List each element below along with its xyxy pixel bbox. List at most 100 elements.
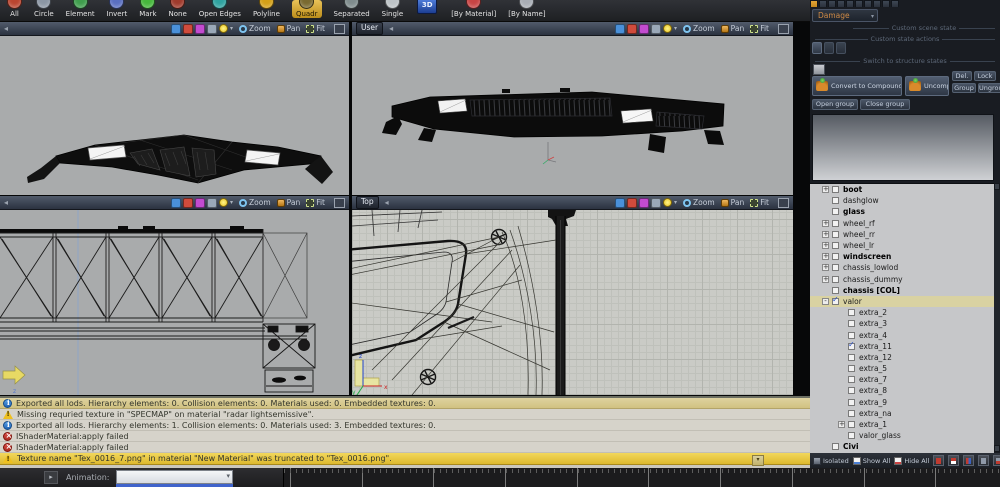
toolbar-button[interactable]: Element — [66, 0, 95, 18]
fit-button[interactable]: Fit — [306, 24, 325, 33]
lod-tab[interactable] — [819, 0, 827, 7]
tree-item[interactable]: wheel_lr — [810, 240, 994, 251]
tree-item[interactable]: extra_2 — [810, 307, 994, 318]
tree-item[interactable]: valor_glass — [810, 430, 994, 441]
chevron-down-icon[interactable]: ▾ — [674, 25, 677, 32]
hide-all-button[interactable]: Hide All — [894, 457, 929, 465]
tree-expander-icon[interactable] — [822, 276, 829, 283]
toolbar-button[interactable]: Single — [382, 0, 404, 18]
tree-item[interactable]: extra_8 — [810, 385, 994, 396]
tree-checkbox[interactable] — [832, 208, 839, 215]
viewport-name-tab[interactable]: Top — [356, 196, 379, 209]
filter-gray-red-icon[interactable] — [993, 455, 1000, 466]
tree-checkbox[interactable] — [832, 298, 839, 305]
zoom-button[interactable]: Zoom — [683, 24, 715, 33]
animation-dropdown[interactable] — [116, 470, 233, 484]
pencil-pink-icon[interactable] — [195, 24, 205, 34]
state-button[interactable] — [836, 42, 846, 54]
viewport-canvas-wireframe-side[interactable]: z — [0, 210, 349, 395]
scroll-up-icon[interactable] — [994, 183, 1000, 190]
tree-checkbox[interactable] — [848, 387, 855, 394]
tree-checkbox[interactable] — [848, 365, 855, 372]
uncompound-button[interactable]: Uncomp — [905, 76, 949, 96]
pencil-red-icon[interactable] — [627, 24, 637, 34]
lightbulb-icon[interactable] — [219, 24, 228, 33]
grid-toggle-icon[interactable] — [651, 198, 661, 208]
close-group-button[interactable]: Close group — [860, 99, 910, 110]
tree-item[interactable]: extra_9 — [810, 397, 994, 408]
tree-item[interactable]: dashglow — [810, 195, 994, 206]
tree-item[interactable]: Civi — [810, 441, 994, 452]
tree-checkbox[interactable] — [848, 432, 855, 439]
convert-to-compound-button[interactable]: Convert to Compound — [812, 76, 902, 96]
pencil-blue-icon[interactable] — [171, 24, 181, 34]
tree-expander-icon[interactable] — [822, 242, 829, 249]
maximize-viewport-icon[interactable] — [778, 24, 789, 34]
log-message[interactable]: Missing requried texture in "SPECMAP" on… — [0, 409, 810, 420]
lod-tab[interactable] — [855, 0, 863, 7]
pencil-pink-icon[interactable] — [639, 198, 649, 208]
maximize-viewport-icon[interactable] — [778, 198, 789, 208]
scroll-left-icon[interactable]: ◂ — [4, 198, 8, 207]
filter-red-white-icon[interactable] — [948, 455, 959, 466]
pan-button[interactable]: Pan — [721, 24, 745, 33]
lod-tab[interactable] — [873, 0, 881, 7]
tree-expander-icon[interactable] — [822, 220, 829, 227]
pan-button[interactable]: Pan — [277, 198, 301, 207]
lod-tab[interactable] — [837, 0, 845, 7]
tree-checkbox[interactable] — [832, 231, 839, 238]
toolbar-button[interactable]: [By Name] — [508, 0, 545, 18]
fit-button[interactable]: Fit — [306, 198, 325, 207]
lod-tab[interactable] — [882, 0, 890, 7]
viewport-canvas-3d-user[interactable] — [352, 36, 793, 195]
open-group-button[interactable]: Open group — [812, 99, 858, 110]
tree-checkbox[interactable] — [832, 264, 839, 271]
fit-button[interactable]: Fit — [750, 24, 769, 33]
tree-checkbox[interactable] — [848, 343, 855, 350]
pan-button[interactable]: Pan — [721, 198, 745, 207]
pencil-red-icon[interactable] — [627, 198, 637, 208]
toolbar-button[interactable]: Separated — [334, 0, 370, 18]
tree-checkbox[interactable] — [848, 399, 855, 406]
tree-item[interactable]: chassis_lowlod — [810, 262, 994, 273]
tree-item[interactable]: chassis_dummy — [810, 274, 994, 285]
tree-checkbox[interactable] — [832, 253, 839, 260]
fit-button[interactable]: Fit — [750, 198, 769, 207]
animation-play-button[interactable]: ▸ — [44, 471, 58, 484]
tree-checkbox[interactable] — [848, 376, 855, 383]
lightbulb-icon[interactable] — [663, 198, 672, 207]
toolbar-button[interactable]: [By Material] — [451, 0, 496, 18]
state-button[interactable] — [824, 42, 834, 54]
filter-gray-icon[interactable] — [978, 455, 989, 466]
tree-item[interactable]: valor — [810, 296, 994, 307]
tree-checkbox[interactable] — [848, 421, 855, 428]
tree-checkbox[interactable] — [832, 276, 839, 283]
tree-checkbox[interactable] — [848, 320, 855, 327]
tree-item[interactable]: extra_1 — [810, 419, 994, 430]
tree-item[interactable]: extra_11 — [810, 341, 994, 352]
tree-checkbox[interactable] — [832, 197, 839, 204]
zoom-button[interactable]: Zoom — [239, 198, 271, 207]
chevron-down-icon[interactable]: ▾ — [230, 199, 233, 206]
lightbulb-icon[interactable] — [219, 198, 228, 207]
tree-item[interactable]: extra_7 — [810, 374, 994, 385]
filter-red-icon[interactable] — [933, 455, 944, 466]
tree-expander-icon[interactable] — [822, 298, 829, 305]
tree-item[interactable]: chassis [COL] — [810, 285, 994, 296]
tree-item[interactable]: wheel_rr — [810, 229, 994, 240]
lock-button[interactable]: Lock — [974, 71, 996, 81]
lightbulb-icon[interactable] — [663, 24, 672, 33]
tree-item[interactable]: windscreen — [810, 251, 994, 262]
lod-tab[interactable] — [846, 0, 854, 7]
tree-expander-icon[interactable] — [822, 231, 829, 238]
tree-scrollbar[interactable] — [994, 183, 1000, 452]
toolbar-button[interactable]: Quadr — [292, 0, 322, 18]
pencil-pink-icon[interactable] — [639, 24, 649, 34]
grid-toggle-icon[interactable] — [651, 24, 661, 34]
scroll-left-icon[interactable]: ◂ — [385, 198, 389, 207]
toolbar-button[interactable]: Invert — [107, 0, 128, 18]
tree-checkbox[interactable] — [848, 332, 855, 339]
toolbar-button[interactable]: None — [169, 0, 187, 18]
scroll-left-icon[interactable]: ◂ — [389, 24, 393, 33]
log-message[interactable]: Exported all lods. Hierarchy elements: 1… — [0, 420, 810, 431]
